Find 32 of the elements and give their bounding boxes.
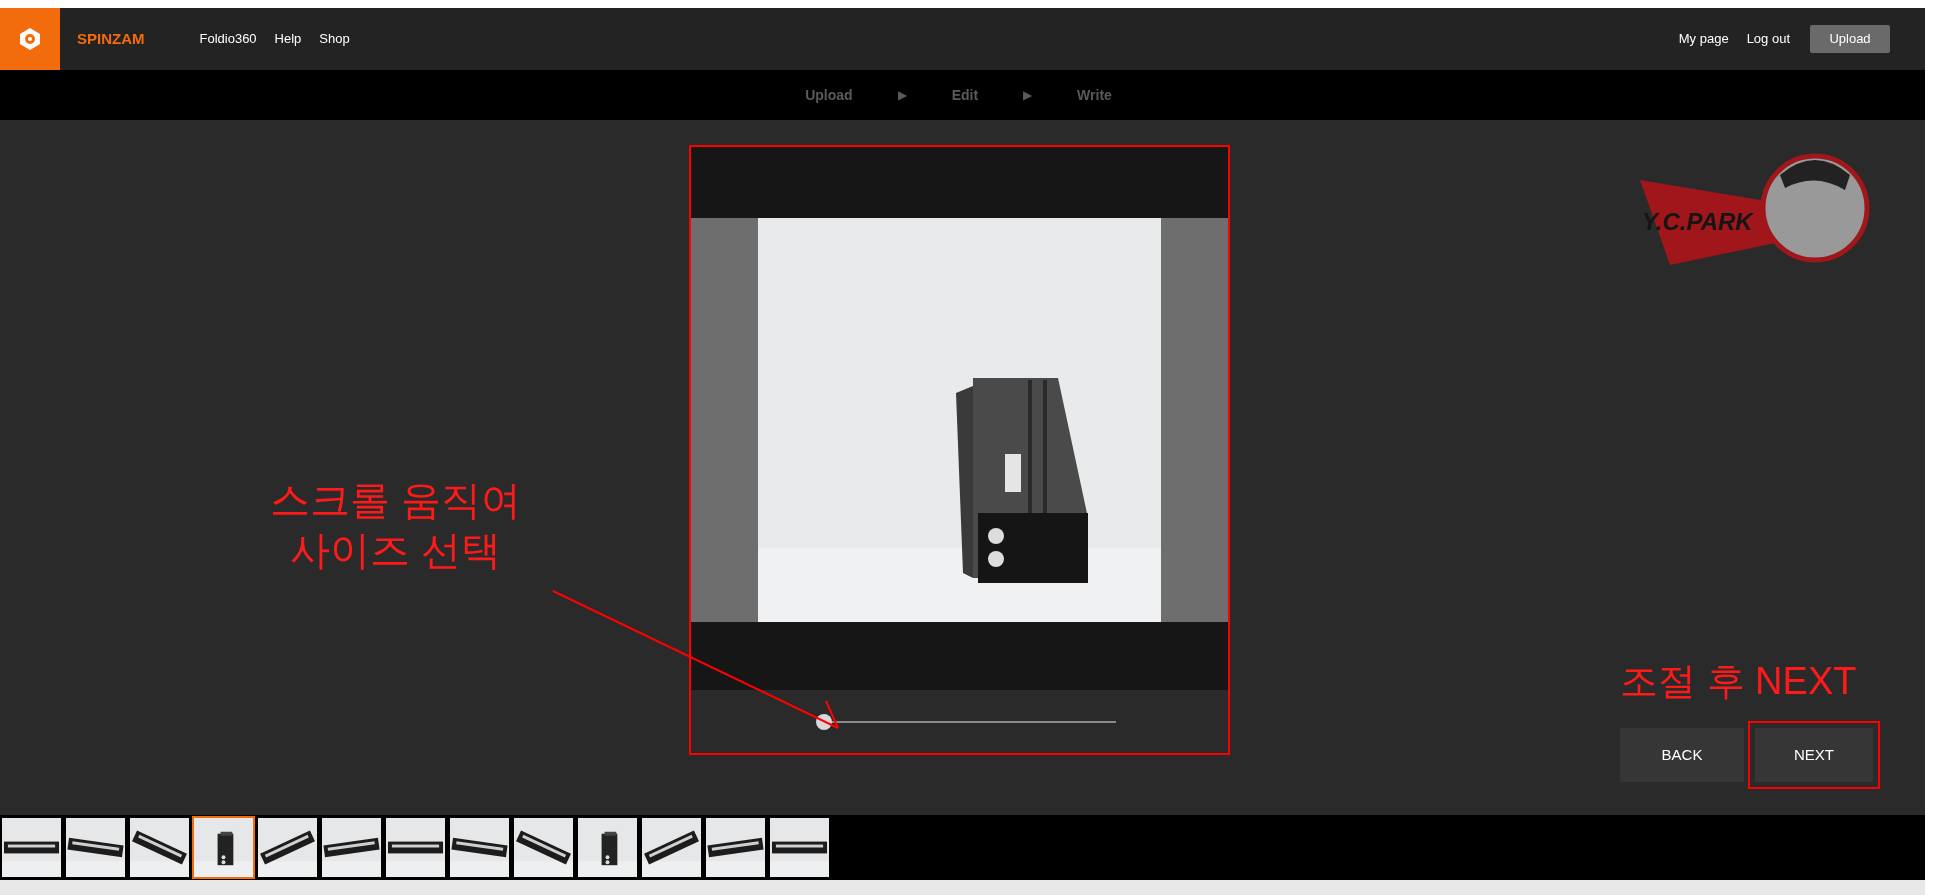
annotation-text: 사이즈 선택 — [289, 527, 502, 574]
annotation-text: 스크롤 움직여 — [269, 477, 522, 524]
zoom-slider[interactable] — [816, 713, 1116, 730]
thumbnail[interactable] — [384, 816, 447, 879]
thumbnail[interactable] — [128, 816, 191, 879]
user-link[interactable]: Log out — [1746, 29, 1790, 49]
thumbnail[interactable] — [320, 816, 383, 879]
step-arrow: ▶ — [897, 87, 907, 104]
thumbnail[interactable] — [192, 816, 255, 879]
next-button[interactable]: NEXT — [1755, 728, 1873, 782]
step-label: Write — [1077, 85, 1112, 105]
brand-name[interactable]: SPINZAM — [77, 27, 145, 51]
step-arrow: ▶ — [1023, 87, 1033, 104]
annotation-text: 조절 후 NEXT — [1620, 659, 1858, 704]
thumbnail[interactable] — [256, 816, 319, 879]
nav-link[interactable]: Help — [274, 29, 302, 49]
nav-link[interactable]: Foldio360 — [199, 29, 257, 49]
thumbnail[interactable] — [0, 816, 63, 879]
thumbnail[interactable] — [512, 816, 575, 879]
upload-button[interactable]: Upload — [1810, 25, 1890, 53]
thumbnail[interactable] — [704, 816, 767, 879]
thumbnail[interactable] — [576, 816, 639, 879]
nav-link[interactable]: Shop — [319, 29, 350, 49]
thumbnail[interactable] — [448, 816, 511, 879]
thumbnail[interactable] — [768, 816, 831, 879]
back-button[interactable]: BACK — [1620, 728, 1744, 782]
user-link[interactable]: My page — [1678, 29, 1729, 49]
step-label: Edit — [951, 85, 979, 105]
step-label: Upload — [805, 85, 853, 105]
thumbnail[interactable] — [640, 816, 703, 879]
logo-icon[interactable] — [0, 8, 60, 70]
thumbnail[interactable] — [64, 816, 127, 879]
